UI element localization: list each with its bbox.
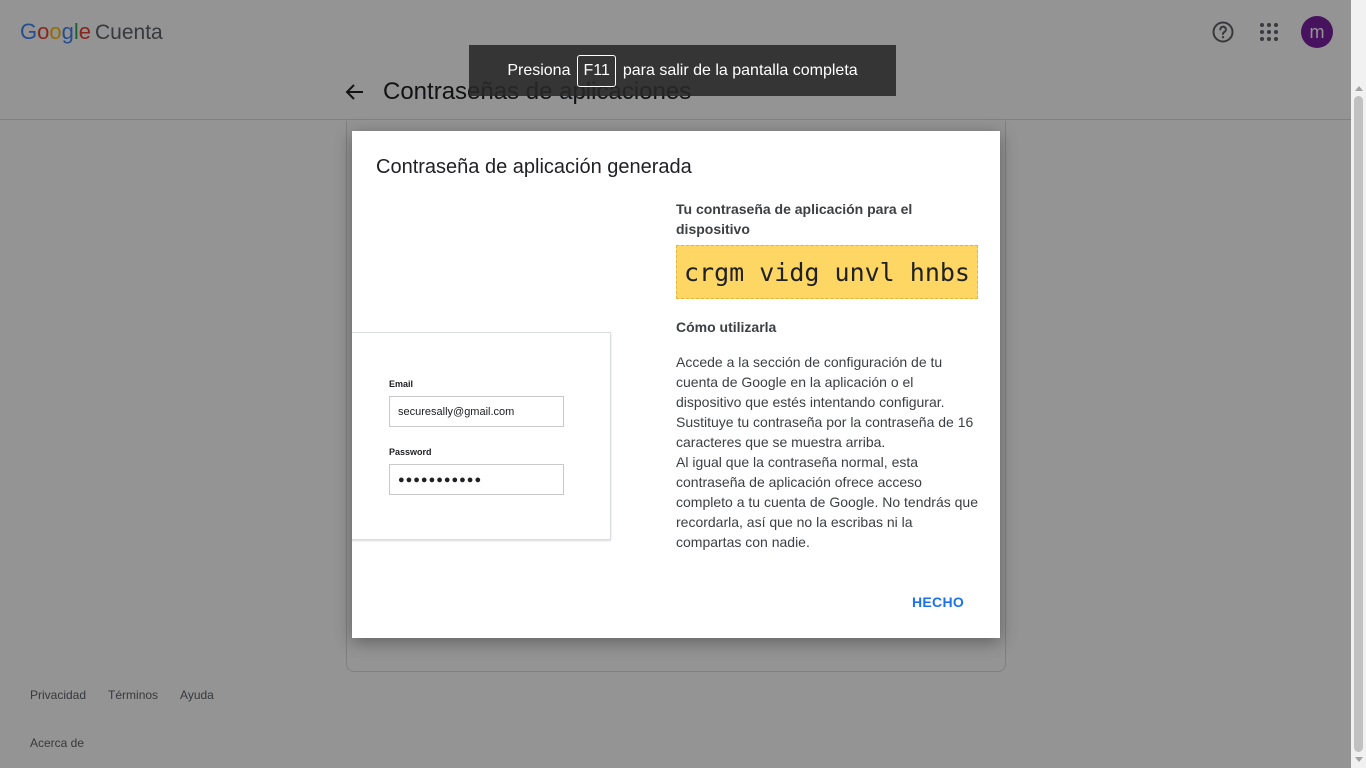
dialog-title: Contraseña de aplicación generada: [376, 156, 692, 178]
illustration-password-field: ●●●●●●●●●●●: [389, 464, 564, 495]
illustration-email-field: securesally@gmail.com: [389, 396, 564, 427]
toast-suffix: para salir de la pantalla completa: [622, 61, 858, 79]
password-heading: Tu contraseña de aplicación para el disp…: [676, 201, 913, 237]
scroll-up-arrow-icon[interactable]: [1355, 86, 1363, 91]
generated-password-dialog: Contraseña de aplicación generada Email …: [352, 131, 1000, 638]
scroll-thumb[interactable]: [1354, 96, 1363, 752]
generated-password[interactable]: crgm vidg unvl hnbs: [676, 245, 978, 299]
login-illustration: Email securesally@gmail.com Password ●●●…: [352, 332, 611, 540]
illustration-password-label: Password: [389, 447, 432, 457]
done-button[interactable]: HECHO: [912, 594, 964, 610]
scroll-down-arrow-icon[interactable]: [1355, 757, 1363, 762]
how-to-text: Accede a la sección de configuración de …: [676, 352, 978, 552]
how-to-heading: Cómo utilizarla: [676, 319, 777, 335]
how-to-paragraph: Accede a la sección de configuración de …: [676, 354, 974, 450]
illustration-email-label: Email: [389, 379, 414, 389]
password-info: Tu contraseña de aplicación para el disp…: [676, 199, 978, 552]
toast-prefix: Presiona: [507, 61, 571, 79]
toast-key: F11: [577, 54, 616, 87]
how-to-paragraph: Al igual que la contraseña normal, esta …: [676, 454, 978, 550]
fullscreen-toast: Presiona F11 para salir de la pantalla c…: [469, 45, 896, 96]
scrollbar[interactable]: [1351, 0, 1366, 768]
